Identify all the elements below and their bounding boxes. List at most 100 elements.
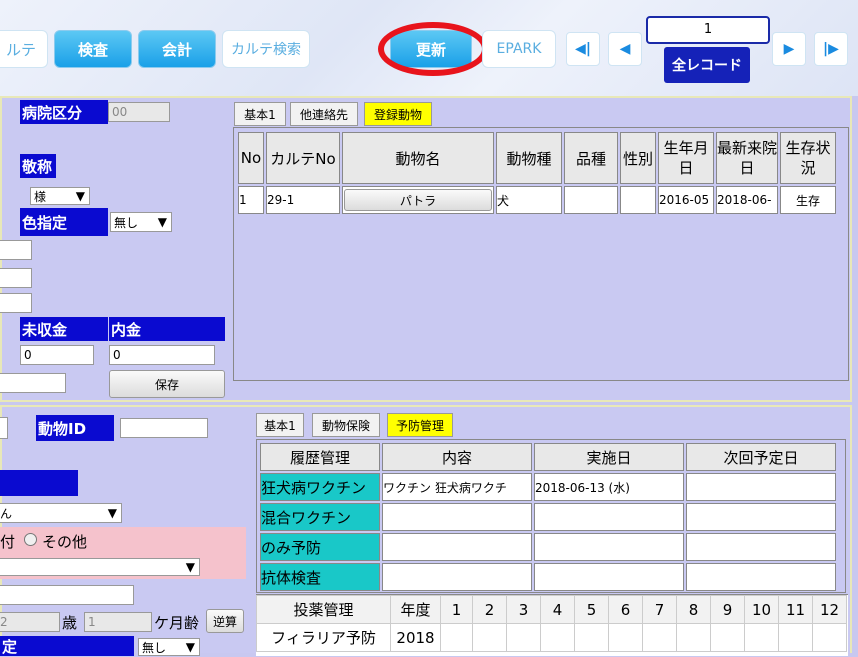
column-header: 1 [440,595,473,624]
animal-select[interactable]: ん ▼ [0,503,122,523]
cell-content[interactable] [382,563,532,591]
last-record-button[interactable]: |▶ [814,32,848,66]
honorific-value: 様 [34,189,47,204]
text-field[interactable] [0,417,8,439]
month-cell[interactable] [540,623,575,652]
cell-next[interactable] [686,533,836,561]
hospital-category-field[interactable]: 00 [108,102,170,122]
age-years-unit: 歳 [62,614,78,632]
cell-next[interactable] [686,503,836,531]
prev-record-button[interactable]: ◀ [608,32,642,66]
column-header: 動物名 [342,132,494,184]
cell-content[interactable] [382,533,532,561]
prevention-table: 履歴管理 内容 実施日 次回予定日 狂犬病ワクチン ワクチン 狂犬病ワクチ 20… [258,441,838,593]
column-header: 6 [608,595,643,624]
radio-other[interactable] [24,533,37,546]
month-cell[interactable] [710,623,745,652]
text-field[interactable] [0,585,134,605]
cell-next[interactable] [686,473,836,501]
next-record-button[interactable]: ▶ [772,32,806,66]
save-button[interactable]: 保存 [109,370,225,398]
dropdown-arrow-icon: ▼ [185,560,195,574]
month-cell[interactable] [574,623,609,652]
column-header: 履歴管理 [260,443,380,471]
all-records-button[interactable]: 全レコード [664,47,750,83]
tab-registered-animals[interactable]: 登録動物 [364,102,432,126]
honorific-select[interactable]: 様 ▼ [30,187,90,205]
text-field[interactable] [0,293,32,313]
column-header: 11 [778,595,813,624]
month-cell[interactable] [642,623,677,652]
record-number-input[interactable]: 1 [646,16,770,44]
reverse-calc-button[interactable]: 逆算 [206,609,244,633]
accounting-button[interactable]: 会計 [138,30,216,68]
cell-date[interactable]: 2018-06-13 (水) [534,473,684,501]
month-cell[interactable] [744,623,779,652]
text-field[interactable] [0,373,66,393]
column-header: 12 [812,595,847,624]
column-header: 内容 [382,443,532,471]
table-row: 抗体検査 [260,563,836,591]
cell-species: 犬 [496,186,562,214]
animal-name-button[interactable]: パトラ [344,189,492,211]
age-years-field[interactable]: 2 [0,612,60,632]
exam-button[interactable]: 検査 [54,30,132,68]
cell-content[interactable] [382,503,532,531]
prevention-table-container: 履歴管理 内容 実施日 次回予定日 狂犬病ワクチン ワクチン 狂犬病ワクチ 20… [256,439,846,593]
tab-basic1[interactable]: 基本1 [234,102,286,126]
age-months-field[interactable]: 1 [84,612,152,632]
month-cell[interactable] [778,623,813,652]
cell-birth: 2016-05 [658,186,714,214]
first-record-button[interactable]: ◀| [566,32,600,66]
cell-content[interactable]: ワクチン 狂犬病ワクチ [382,473,532,501]
column-header: 4 [540,595,575,624]
cell-animal-name: パトラ [342,186,494,214]
month-cell[interactable] [506,623,541,652]
animal-select-2[interactable]: ▼ [0,558,200,576]
animal-id-field[interactable] [120,418,208,438]
epark-button[interactable]: EPARK [482,30,556,68]
color-value: 無し [114,215,139,230]
tab-prevention[interactable]: 予防管理 [387,413,453,437]
cell-next[interactable] [686,563,836,591]
column-header: 3 [506,595,541,624]
unpaid-field[interactable]: 0 [20,345,94,365]
text-field[interactable] [0,240,32,260]
label-bar [0,470,78,496]
bottom-select[interactable]: 無し ▼ [138,638,200,656]
annotation-circle [378,22,488,76]
column-header: 7 [642,595,677,624]
cell-status: 生存 [780,186,836,214]
tab-other-contacts[interactable]: 他連絡先 [290,102,358,126]
tab-animal-insurance[interactable]: 動物保険 [312,413,380,437]
radio-other-label: その他 [42,533,88,551]
column-header: 年度 [390,595,441,624]
cell-breed [564,186,618,214]
column-header: 品種 [564,132,618,184]
column-header: 9 [710,595,745,624]
color-select[interactable]: 無し ▼ [110,212,172,232]
column-header: 5 [574,595,609,624]
table-row[interactable]: 1 29-1 パトラ 犬 2016-05 2018-06- 生存 [238,186,836,214]
month-cell[interactable] [812,623,847,652]
month-cell[interactable] [440,623,473,652]
cell-date[interactable] [534,503,684,531]
dropdown-arrow-icon: ▼ [157,215,167,229]
karte-button[interactable]: ルテ [0,30,48,68]
honorific-label: 敬称 [20,154,56,178]
age-months-unit: ケ月齢 [154,614,200,632]
deposit-field[interactable]: 0 [109,345,215,365]
cell-date[interactable] [534,533,684,561]
deposit-label: 内金 [109,317,225,341]
month-cell[interactable] [608,623,643,652]
column-header: 2 [472,595,507,624]
text-field[interactable] [0,268,32,288]
animals-table: No カルテNo 動物名 動物種 品種 性別 生年月日 最新来院日 生存状況 1… [236,130,838,216]
animals-table-container: No カルテNo 動物名 動物種 品種 性別 生年月日 最新来院日 生存状況 1… [233,127,849,381]
karte-search-button[interactable]: カルテ検索 [222,30,310,68]
toolbar: ルテ 検査 会計 カルテ検索 更新 EPARK ◀| ◀ 1 全レコード ▶ |… [0,0,858,96]
cell-date[interactable] [534,563,684,591]
month-cell[interactable] [472,623,507,652]
tab-basic1[interactable]: 基本1 [256,413,304,437]
month-cell[interactable] [676,623,711,652]
